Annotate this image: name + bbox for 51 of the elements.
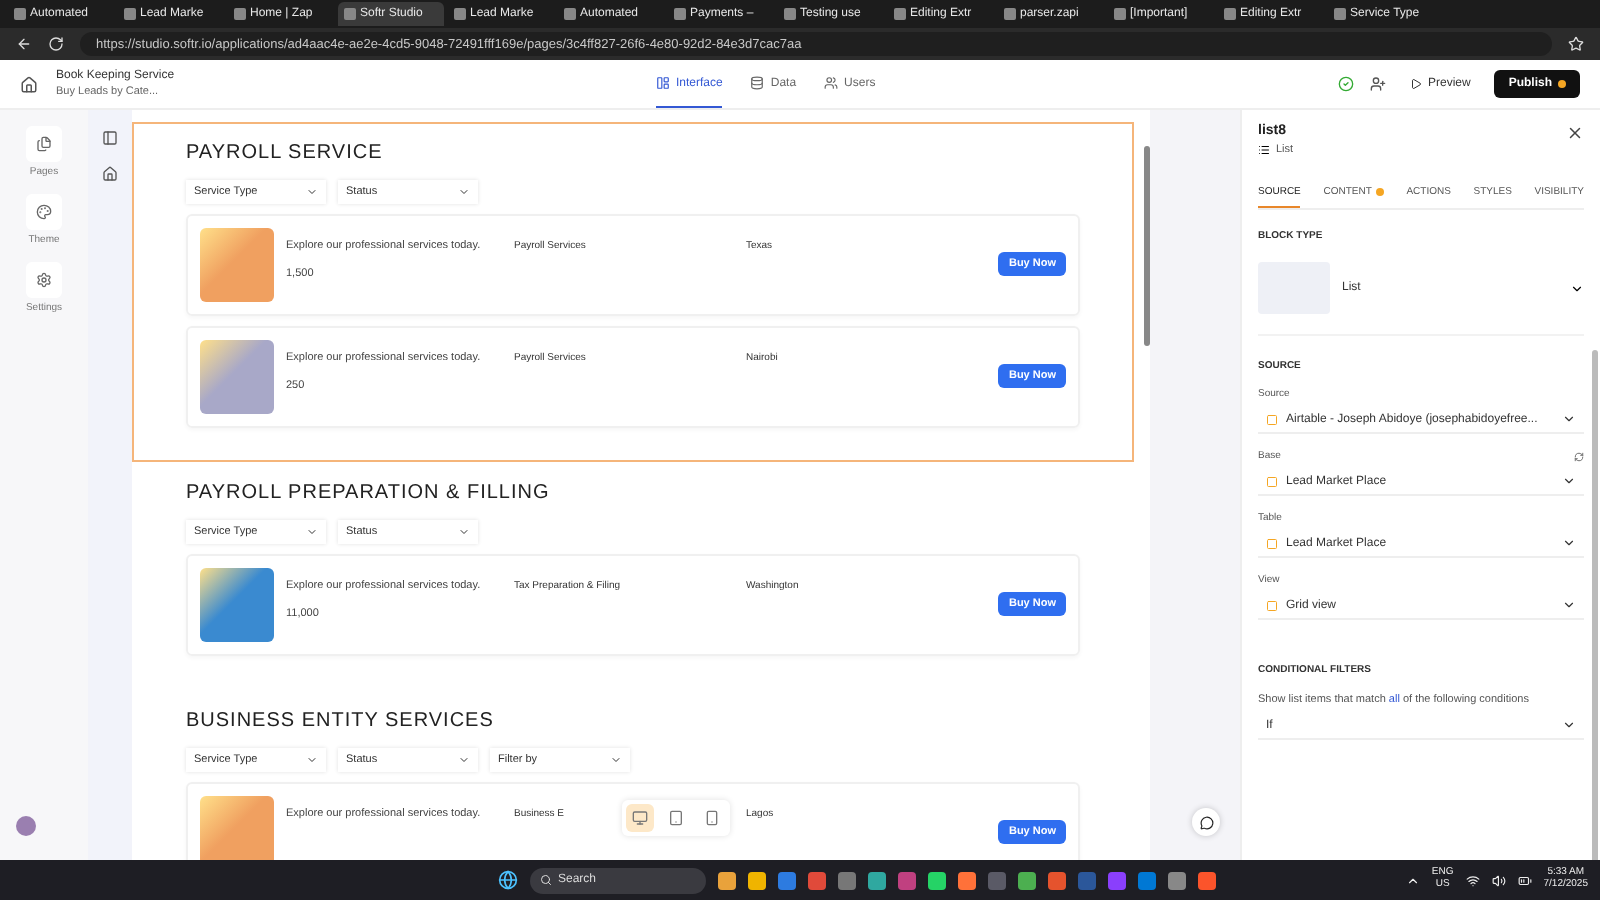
chevron-icon <box>458 186 470 198</box>
monitor-icon <box>632 810 648 826</box>
chevron-icon <box>1562 718 1576 732</box>
chevron-icon <box>1562 412 1576 426</box>
layout-icon <box>656 76 670 90</box>
users-icon <box>824 76 839 90</box>
back-icon[interactable] <box>16 36 32 52</box>
home-icon[interactable] <box>20 75 38 93</box>
rail-button[interactable] <box>25 262 62 298</box>
list-icon <box>1258 144 1270 156</box>
chevron-icon <box>306 186 318 198</box>
chevron-icon <box>306 526 318 538</box>
chevron-icon <box>458 526 470 538</box>
device-button[interactable] <box>626 804 654 832</box>
pages-icon <box>36 136 52 152</box>
reload-icon[interactable] <box>48 36 64 52</box>
chat-button[interactable] <box>1192 808 1220 836</box>
chevron-icon <box>1562 536 1576 550</box>
panel-icon[interactable] <box>102 130 118 146</box>
user-add-icon[interactable] <box>1369 76 1386 92</box>
database-icon <box>750 76 765 90</box>
settings-icon <box>35 272 52 288</box>
star-icon[interactable] <box>1568 36 1584 52</box>
play-icon <box>1409 78 1422 90</box>
refresh-icon[interactable] <box>1574 451 1584 461</box>
scrollbar[interactable] <box>1144 146 1150 346</box>
tray-icon[interactable] <box>1405 873 1420 887</box>
avatar[interactable] <box>16 816 36 836</box>
chevron-icon <box>1562 474 1576 488</box>
search-icon <box>540 874 552 886</box>
rail-button[interactable] <box>26 126 62 162</box>
chevron-icon <box>458 754 470 766</box>
chevron-icon <box>1562 598 1576 612</box>
rail-button[interactable] <box>26 194 62 230</box>
close-icon[interactable] <box>1566 124 1584 142</box>
section-title: PAYROLL SERVICE <box>186 142 385 164</box>
scrollbar[interactable] <box>1592 350 1598 860</box>
section-title: BUSINESS ENTITY SERVICES <box>186 710 496 732</box>
home-icon[interactable] <box>102 166 118 182</box>
section-title: PAYROLL PREPARATION & FILLING <box>186 482 552 504</box>
wifi-icon[interactable] <box>1465 873 1480 887</box>
tablet-icon <box>668 810 684 826</box>
battery-icon[interactable] <box>1517 873 1532 887</box>
chevron-icon <box>1570 281 1584 295</box>
volume-icon[interactable] <box>1491 873 1506 887</box>
chat-icon <box>1199 815 1213 829</box>
chevron-icon <box>306 754 318 766</box>
chevron-icon <box>610 754 622 766</box>
palette-icon <box>36 204 52 220</box>
check-icon[interactable] <box>1337 76 1354 92</box>
phone-icon <box>704 810 720 826</box>
